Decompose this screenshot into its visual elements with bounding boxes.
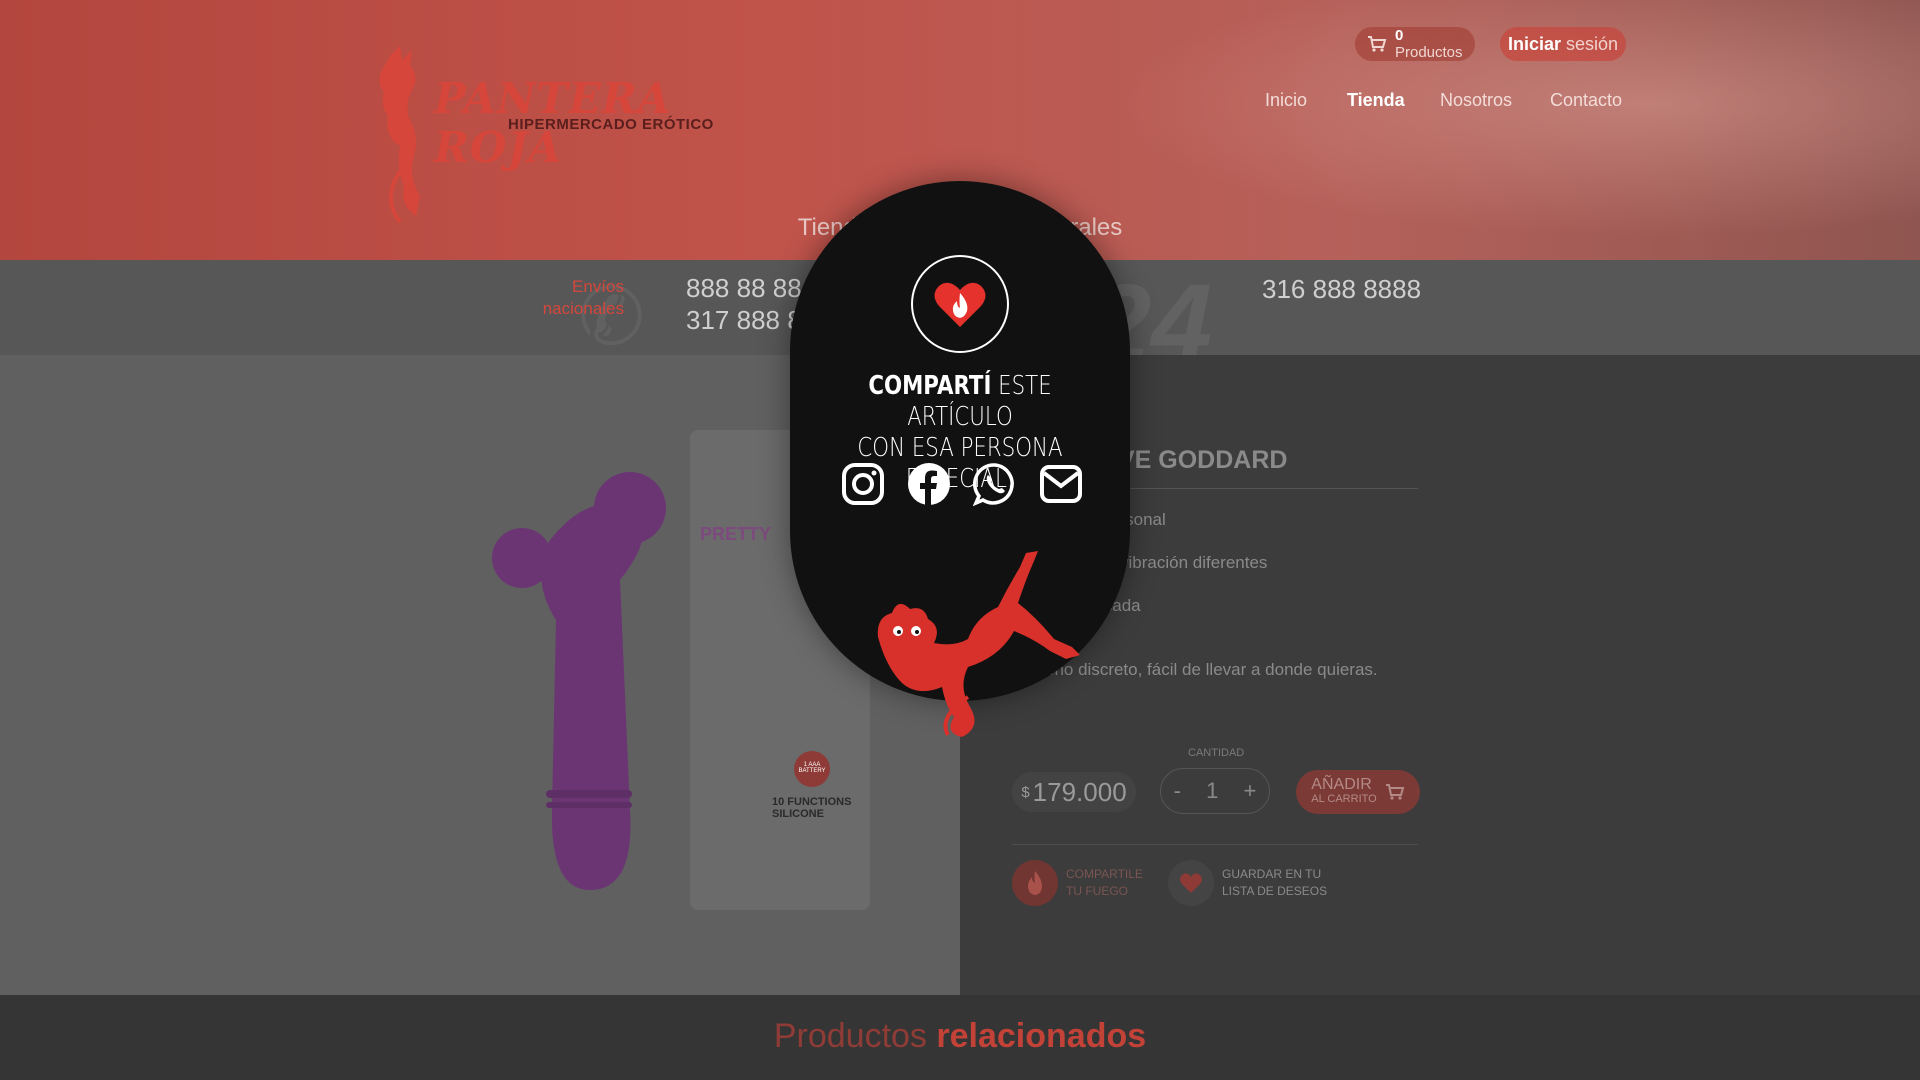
quantity-stepper: - 1 + <box>1160 768 1270 814</box>
panther-mascot-icon <box>877 551 1080 737</box>
share-label-line1: COMPARTILE <box>1066 867 1143 881</box>
login-bold: Iniciar <box>1507 33 1561 54</box>
package-battery-badge: 1 AAA BATTERY <box>794 751 830 787</box>
logo-subtitle: HIPERMERCADO ERÓTICO <box>508 116 714 133</box>
product-feature: vibración diferentes <box>1120 553 1268 572</box>
wishlist-label-line2: LISTA DE DESEOS <box>1222 884 1328 898</box>
price-value: 179.000 <box>1032 776 1127 807</box>
package-brand-text: PRETTY <box>700 524 772 544</box>
related-products-heading: Productos relacionados <box>0 995 1920 1080</box>
login-button[interactable]: Iniciar sesión <box>1500 27 1626 61</box>
phone-number[interactable]: 888 88 88 <box>686 272 816 304</box>
currency-symbol: $ <box>1021 783 1030 801</box>
increase-button[interactable]: + <box>1244 778 1257 804</box>
whatsapp-icon[interactable] <box>972 461 1018 507</box>
share-button[interactable]: COMPARTILE TU FUEGO <box>1012 860 1143 906</box>
instagram-icon[interactable] <box>840 461 886 507</box>
divider <box>1012 844 1418 845</box>
add-to-cart-button[interactable]: AÑADIR AL CARRITO <box>1296 770 1420 814</box>
related-light: Productos <box>773 1017 927 1055</box>
page: PANTERA ROJA HIPERMERCADO ERÓTICO 0 Prod… <box>0 0 1920 1080</box>
nav-item-contacto[interactable]: Contacto <box>1550 90 1622 111</box>
facebook-icon[interactable] <box>906 461 952 507</box>
wishlist-label-line1: GUARDAR EN TU <box>1222 867 1322 881</box>
flame-icon <box>1012 860 1058 906</box>
cart-icon <box>1385 784 1405 800</box>
cart-icon <box>1367 36 1387 52</box>
product-price: $ 179.000 <box>1012 772 1136 812</box>
cart-label: Productos <box>1394 44 1463 61</box>
package-silicone-text: 10 FUNCTIONS SILICONE <box>772 796 852 820</box>
cart-button[interactable]: 0 Productos <box>1355 27 1475 61</box>
product-photo <box>492 472 666 890</box>
nav-item-nosotros[interactable]: Nosotros <box>1440 90 1512 111</box>
share-modal-bold: COMPARTÍ <box>868 371 992 401</box>
login-rest: sesión <box>1566 33 1619 54</box>
nav-item-tienda[interactable]: Tienda <box>1347 90 1405 111</box>
product-feature: eño discreto, fácil de llevar a donde qu… <box>1045 660 1378 679</box>
related-bold: relacionados <box>936 1017 1147 1055</box>
heart-icon <box>1168 860 1214 906</box>
nav-item-inicio[interactable]: Inicio <box>1265 90 1307 111</box>
add-to-cart-label: AÑADIR <box>1311 776 1372 793</box>
quantity-value[interactable]: 1 <box>1206 778 1218 804</box>
site-logo[interactable]: PANTERA ROJA HIPERMERCADO ERÓTICO <box>360 46 760 226</box>
product-title: VE GODDARD <box>1118 446 1288 474</box>
flame-heart-icon <box>911 255 1009 353</box>
decrease-button[interactable]: - <box>1174 778 1181 804</box>
quantity-label: CANTIDAD <box>1188 747 1245 759</box>
add-to-cart-sublabel: AL CARRITO <box>1311 793 1377 805</box>
shipping-label: Envíos nacionales <box>542 277 624 318</box>
share-label-line2: TU FUEGO <box>1066 884 1128 898</box>
phone-number-right[interactable]: 316 888 8888 <box>1262 274 1421 305</box>
wishlist-button[interactable]: GUARDAR EN TU LISTA DE DESEOS <box>1168 860 1327 906</box>
mail-icon[interactable] <box>1038 461 1084 507</box>
cart-count: 0 <box>1394 27 1404 44</box>
